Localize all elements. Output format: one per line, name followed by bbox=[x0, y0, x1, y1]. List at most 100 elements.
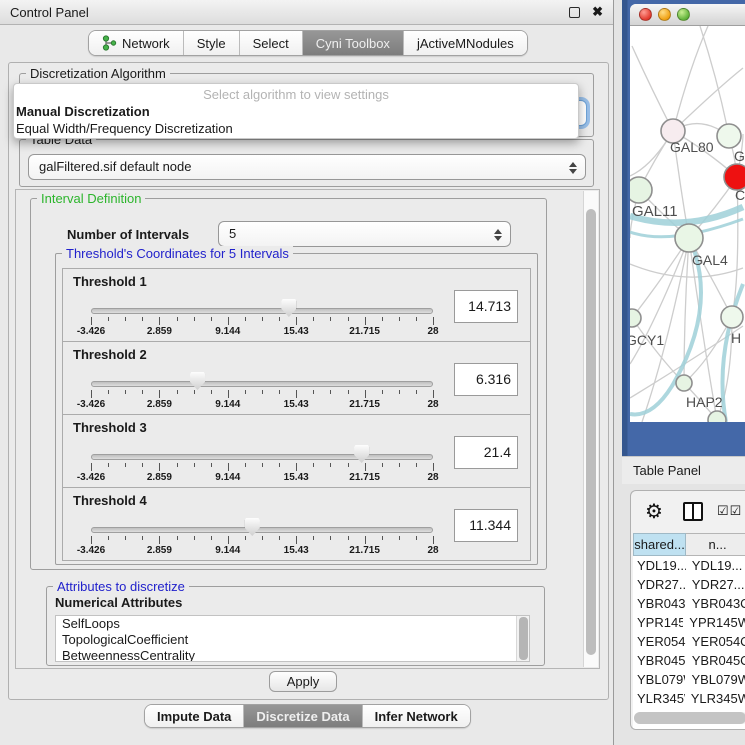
network-edge[interactable] bbox=[632, 46, 673, 131]
tab-impute-data[interactable]: Impute Data bbox=[145, 705, 243, 727]
network-node[interactable] bbox=[630, 309, 641, 327]
threshold-value-field[interactable]: 6.316 bbox=[454, 363, 518, 396]
cell-shared-name[interactable]: YBR045C bbox=[633, 651, 686, 670]
table-row[interactable]: YBR045CYBR045C bbox=[633, 651, 745, 670]
table-row[interactable]: YBL079WYBL079W bbox=[633, 670, 745, 689]
cell-name[interactable]: YER054C bbox=[686, 632, 745, 651]
threshold-slider[interactable]: -3.4262.8599.14415.4321.71528 bbox=[91, 488, 433, 562]
scrollbar-thumb[interactable] bbox=[519, 617, 528, 660]
network-edge[interactable] bbox=[700, 26, 729, 136]
cell-shared-name[interactable]: YPR145W bbox=[633, 613, 683, 632]
slider-thumb[interactable] bbox=[354, 445, 369, 463]
ruler-tick bbox=[365, 317, 366, 325]
table-row[interactable]: YLR345WYLR345W bbox=[633, 689, 745, 708]
table-row[interactable]: YDR27...YDR27... bbox=[633, 575, 745, 594]
threshold-slider[interactable]: -3.4262.8599.14415.4321.71528 bbox=[91, 342, 433, 416]
cell-name[interactable]: YBL079W bbox=[685, 670, 745, 689]
slider-track[interactable] bbox=[91, 527, 433, 533]
ruler-tick bbox=[399, 463, 400, 467]
ruler-tick bbox=[91, 463, 92, 471]
network-node[interactable] bbox=[721, 306, 743, 328]
table-row[interactable]: YPR145WYPR145W bbox=[633, 613, 745, 632]
columns-icon[interactable] bbox=[683, 502, 703, 521]
network-node[interactable] bbox=[717, 124, 741, 148]
cell-shared-name[interactable]: YLR345W bbox=[633, 689, 685, 708]
close-icon[interactable]: ✖ bbox=[592, 4, 603, 20]
cell-shared-name[interactable]: YER054C bbox=[633, 632, 686, 651]
settings-vertical-scrollbar[interactable] bbox=[583, 191, 598, 667]
close-traffic-light-icon[interactable] bbox=[639, 8, 652, 21]
float-window-icon[interactable] bbox=[569, 7, 580, 18]
attribute-list-item[interactable]: BetweennessCentrality bbox=[56, 648, 529, 662]
ruler-tick bbox=[313, 390, 314, 394]
checkbox-icons[interactable]: ☑☑ bbox=[717, 503, 742, 519]
network-node[interactable] bbox=[708, 411, 726, 422]
cell-shared-name[interactable]: YBR043C bbox=[633, 594, 686, 613]
table-row[interactable]: YBR043CYBR043C bbox=[633, 594, 745, 613]
ruler-tick bbox=[313, 317, 314, 321]
threshold-value-field[interactable]: 11.344 bbox=[454, 509, 518, 542]
dropdown-option[interactable]: Manual Discretization bbox=[14, 103, 578, 120]
threshold-slider[interactable]: -3.4262.8599.14415.4321.71528 bbox=[91, 415, 433, 489]
network-edge[interactable] bbox=[673, 68, 743, 131]
table-row[interactable]: YER054CYER054C bbox=[633, 632, 745, 651]
attributes-list-scrollbar[interactable] bbox=[516, 616, 529, 661]
cell-name[interactable]: YBR043C bbox=[686, 594, 745, 613]
cell-name[interactable]: YPR145W bbox=[683, 613, 745, 632]
network-node[interactable] bbox=[676, 375, 692, 391]
slider-thumb[interactable] bbox=[190, 372, 205, 390]
cell-shared-name[interactable]: YDR27... bbox=[633, 575, 686, 594]
threshold-value-field[interactable]: 14.713 bbox=[454, 290, 518, 323]
slider-track[interactable] bbox=[91, 308, 433, 314]
scrollbar-thumb[interactable] bbox=[634, 712, 745, 724]
cell-shared-name[interactable]: YBL079W bbox=[633, 670, 685, 689]
zoom-traffic-light-icon[interactable] bbox=[677, 8, 690, 21]
table-horizontal-scrollbar[interactable] bbox=[634, 712, 745, 724]
gear-icon[interactable]: ⚙ bbox=[645, 499, 663, 524]
numerical-attributes-label: Numerical Attributes bbox=[55, 595, 182, 610]
network-canvas[interactable]: GAL80GACGAL11GAL4GCY1HHAP2 bbox=[630, 26, 745, 422]
slider-tick-labels: -3.4262.8599.14415.4321.71528 bbox=[91, 399, 433, 411]
table-header-row: shared... n... bbox=[633, 533, 745, 556]
tab-network[interactable]: Network bbox=[89, 31, 183, 55]
tab-infer-network[interactable]: Infer Network bbox=[362, 705, 470, 727]
cell-name[interactable]: YDR27... bbox=[686, 575, 745, 594]
cell-name[interactable]: YBR045C bbox=[686, 651, 745, 670]
table-data-combobox[interactable]: galFiltered.sif default node bbox=[28, 154, 586, 180]
dropdown-option[interactable]: Equal Width/Frequency Discretization bbox=[14, 120, 578, 137]
ruler-tick-label: 9.144 bbox=[215, 326, 240, 337]
slider-track[interactable] bbox=[91, 381, 433, 387]
tab-style[interactable]: Style bbox=[183, 31, 239, 55]
network-node[interactable] bbox=[630, 177, 652, 203]
tab-discretize-data[interactable]: Discretize Data bbox=[243, 705, 361, 727]
cell-shared-name[interactable]: YDL19... bbox=[633, 556, 686, 575]
network-node-label: GCY1 bbox=[630, 332, 664, 348]
network-edge[interactable] bbox=[632, 318, 684, 383]
column-header-name[interactable]: n... bbox=[686, 533, 745, 556]
network-node-label: HAP2 bbox=[686, 394, 723, 410]
algorithm-group-title: Discretization Algorithm bbox=[26, 66, 170, 81]
scrollbar-thumb[interactable] bbox=[586, 209, 596, 655]
cell-name[interactable]: YDL19... bbox=[686, 556, 745, 575]
attributes-listbox[interactable]: SelfLoopsTopologicalCoefficientBetweenne… bbox=[55, 615, 530, 662]
ruler-tick bbox=[228, 536, 229, 544]
threshold-slider[interactable]: -3.4262.8599.14415.4321.71528 bbox=[91, 269, 433, 343]
network-node[interactable] bbox=[675, 224, 703, 252]
cell-name[interactable]: YLR345W bbox=[685, 689, 745, 708]
table-row[interactable]: YDL19...YDL19... bbox=[633, 556, 745, 575]
ruler-tick bbox=[416, 463, 417, 467]
slider-thumb[interactable] bbox=[281, 299, 296, 317]
slider-track[interactable] bbox=[91, 454, 433, 460]
threshold-value-field[interactable]: 21.4 bbox=[454, 436, 518, 469]
ruler-tick bbox=[108, 317, 109, 321]
tab-cyni-toolbox[interactable]: Cyni Toolbox bbox=[302, 31, 403, 55]
num-intervals-combobox[interactable]: 5 bbox=[218, 221, 511, 247]
apply-button[interactable]: Apply bbox=[269, 671, 337, 692]
column-header-shared-name[interactable]: shared... bbox=[633, 533, 686, 556]
attribute-list-item[interactable]: TopologicalCoefficient bbox=[56, 632, 529, 648]
tab-select[interactable]: Select bbox=[239, 31, 302, 55]
slider-thumb[interactable] bbox=[245, 518, 260, 536]
tab-jactivemnodules[interactable]: jActiveMNodules bbox=[403, 31, 527, 55]
minimize-traffic-light-icon[interactable] bbox=[658, 8, 671, 21]
attribute-list-item[interactable]: SelfLoops bbox=[56, 616, 529, 632]
